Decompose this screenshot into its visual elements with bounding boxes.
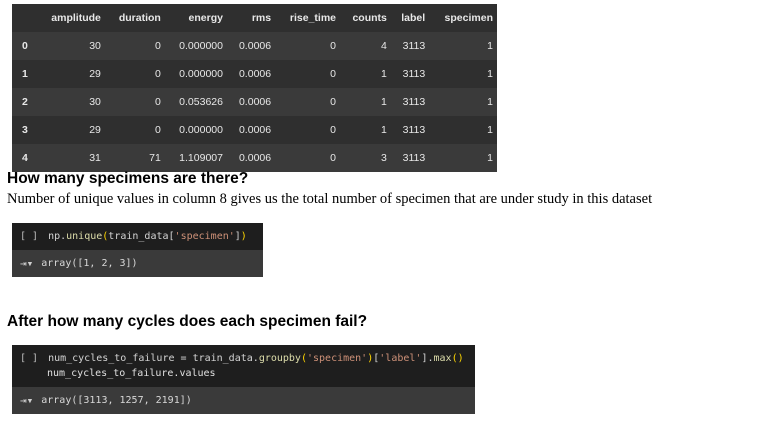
section-paragraph: Number of unique values in column 8 give…	[7, 191, 653, 207]
cell-energy: 0.000000	[164, 116, 227, 144]
dataframe-table: amplitude duration energy rms rise_time …	[12, 4, 497, 172]
cell-energy: 0.000000	[164, 32, 227, 60]
cell-rms: 0.0006	[226, 144, 276, 172]
cell-specimen: 1	[429, 116, 497, 144]
code-token: =	[174, 353, 193, 364]
cell-duration: 0	[104, 32, 165, 60]
column-header: specimen	[429, 4, 497, 32]
code-token: max	[433, 353, 452, 364]
run-cell-button[interactable]: [ ]	[20, 353, 38, 364]
cell-energy: 0.000000	[164, 60, 227, 88]
cell-counts: 1	[340, 60, 391, 88]
cell-counts: 1	[340, 116, 391, 144]
cell-rms: 0.0006	[226, 32, 276, 60]
cell-amplitude: 30	[35, 32, 105, 60]
cell-amplitude: 29	[35, 60, 105, 88]
cell-label: 3113	[390, 88, 430, 116]
cell-specimen: 1	[429, 144, 497, 172]
code-token: ()	[451, 353, 464, 364]
cell-amplitude: 29	[35, 116, 105, 144]
cell-rise-time: 0	[275, 60, 341, 88]
output-toggle-icon[interactable]: ⇥▾	[20, 257, 33, 270]
table-row: 4 31 71 1.109007 0.0006 0 3 3113 1	[12, 144, 497, 172]
cell-rise-time: 0	[275, 116, 341, 144]
code-token: groupby	[258, 353, 301, 364]
cell-specimen: 1	[429, 60, 497, 88]
row-index: 0	[12, 32, 36, 60]
cell-specimen: 1	[429, 32, 497, 60]
section-heading-specimens: How many specimens are there?	[7, 170, 249, 187]
output-toggle-icon[interactable]: ⇥▾	[20, 394, 33, 407]
cell-duration: 0	[104, 88, 165, 116]
cell-label: 3113	[390, 144, 430, 172]
column-header: rise_time	[275, 4, 341, 32]
code-token: 'specimen'	[174, 231, 235, 242]
output-text: array([3113, 1257, 2191])	[41, 395, 192, 406]
cell-label: 3113	[390, 116, 430, 144]
code-token: unique	[66, 231, 103, 242]
column-header: duration	[104, 4, 165, 32]
code-token: )	[240, 231, 247, 242]
column-header: label	[390, 4, 430, 32]
table-header-row: amplitude duration energy rms rise_time …	[12, 4, 497, 32]
code-cell-input[interactable]: [ ] np.unique(train_data['specimen'])	[12, 223, 263, 250]
code-line: [ ] num_cycles_to_failure = train_data.gr…	[20, 351, 467, 366]
cell-label: 3113	[390, 32, 430, 60]
code-cell-unique: [ ] np.unique(train_data['specimen']) ⇥▾ …	[12, 223, 263, 277]
code-token: num_cycles_to_failure	[48, 353, 175, 364]
column-header: rms	[226, 4, 276, 32]
output-text: array([1, 2, 3])	[41, 258, 138, 269]
cell-counts: 3	[340, 144, 391, 172]
column-header: amplitude	[35, 4, 105, 32]
column-header: energy	[164, 4, 227, 32]
code-cell-groupby: [ ] num_cycles_to_failure = train_data.gr…	[12, 345, 475, 414]
cell-rms: 0.0006	[226, 88, 276, 116]
dataframe-output: amplitude duration energy rms rise_time …	[12, 4, 497, 172]
table-row: 3 29 0 0.000000 0.0006 0 1 3113 1	[12, 116, 497, 144]
cell-counts: 1	[340, 88, 391, 116]
code-cell-input[interactable]: [ ] num_cycles_to_failure = train_data.gr…	[12, 345, 475, 387]
code-token: train_data	[108, 231, 169, 242]
code-cell-output: ⇥▾ array([3113, 1257, 2191])	[12, 387, 475, 414]
cell-rms: 0.0006	[226, 116, 276, 144]
code-token: 'label'	[379, 353, 422, 364]
row-index: 4	[12, 144, 36, 172]
cell-amplitude: 31	[35, 144, 105, 172]
code-line: [ ] np.unique(train_data['specimen'])	[20, 229, 255, 244]
cell-energy: 1.109007	[164, 144, 227, 172]
run-cell-button[interactable]: [ ]	[20, 231, 38, 242]
code-line: num_cycles_to_failure.values	[47, 368, 216, 379]
cell-duration: 0	[104, 60, 165, 88]
section-heading-cycles: After how many cycles does each specimen…	[7, 313, 368, 330]
code-cell-output: ⇥▾ array([1, 2, 3])	[12, 250, 263, 277]
cell-specimen: 1	[429, 88, 497, 116]
code-token: 'specimen'	[307, 353, 368, 364]
row-index: 2	[12, 88, 36, 116]
cell-label: 3113	[390, 60, 430, 88]
cell-rise-time: 0	[275, 32, 341, 60]
table-row: 1 29 0 0.000000 0.0006 0 1 3113 1	[12, 60, 497, 88]
row-index: 1	[12, 60, 36, 88]
code-token: train_data	[192, 353, 253, 364]
column-header: counts	[340, 4, 391, 32]
table-row: 0 30 0 0.000000 0.0006 0 4 3113 1	[12, 32, 497, 60]
cell-rise-time: 0	[275, 88, 341, 116]
cell-energy: 0.053626	[164, 88, 227, 116]
cell-duration: 71	[104, 144, 165, 172]
cell-counts: 4	[340, 32, 391, 60]
cell-duration: 0	[104, 116, 165, 144]
code-token: np	[48, 231, 61, 242]
cell-rms: 0.0006	[226, 60, 276, 88]
cell-rise-time: 0	[275, 144, 341, 172]
row-index: 3	[12, 116, 36, 144]
table-row: 2 30 0 0.053626 0.0006 0 1 3113 1	[12, 88, 497, 116]
column-header	[12, 4, 36, 32]
cell-amplitude: 30	[35, 88, 105, 116]
